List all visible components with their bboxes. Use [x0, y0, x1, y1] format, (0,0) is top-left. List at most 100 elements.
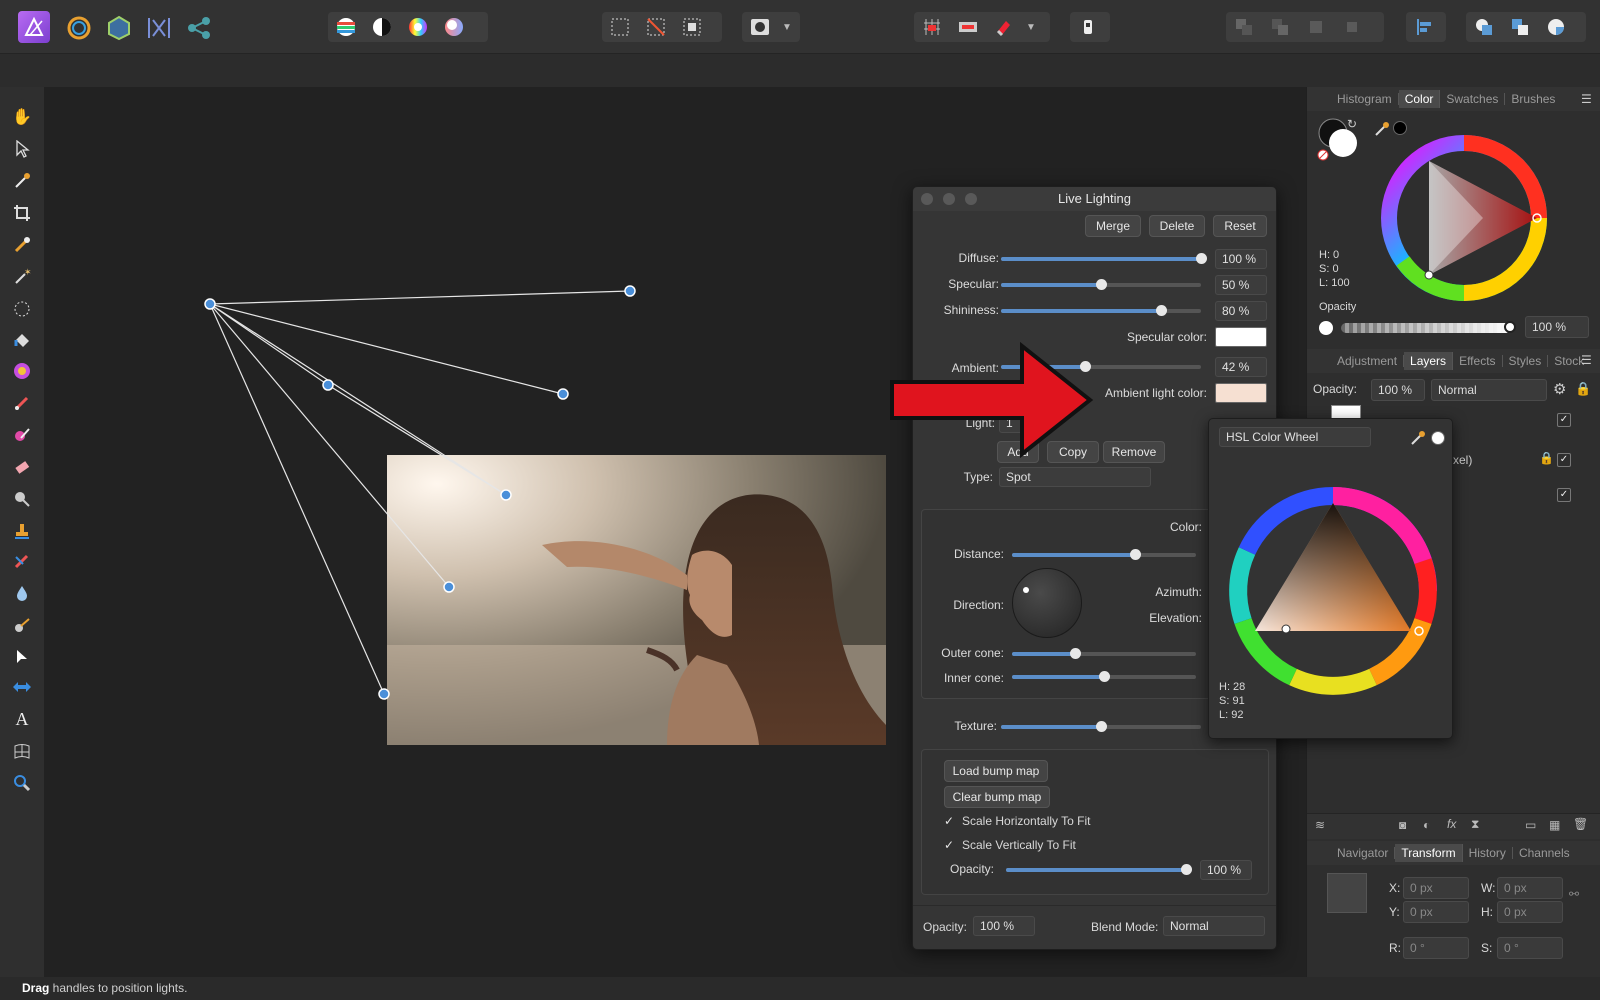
- specular-color-swatch[interactable]: [1215, 327, 1267, 347]
- outer-cone-slider[interactable]: [1012, 648, 1196, 659]
- move-tool-icon[interactable]: [10, 137, 34, 161]
- boolean-subtract-icon[interactable]: [1502, 12, 1538, 42]
- panel-menu-icon[interactable]: ☰: [1581, 353, 1592, 367]
- eyedropper-tool-icon[interactable]: [10, 169, 34, 193]
- dodge-tool-icon[interactable]: [10, 487, 34, 511]
- layer-visibility-check[interactable]: ✓: [1557, 413, 1571, 427]
- magnet-icon[interactable]: [986, 12, 1022, 42]
- tab-effects[interactable]: Effects: [1453, 355, 1503, 367]
- eyedropper-icon[interactable]: [1409, 429, 1427, 447]
- hand-tool-icon[interactable]: ✋: [10, 105, 34, 129]
- ambient-color-swatch[interactable]: [1215, 383, 1267, 403]
- color-mode-select[interactable]: HSL Color Wheel: [1219, 427, 1371, 447]
- lock-icon[interactable]: 🔒: [1575, 381, 1591, 397]
- shininess-input[interactable]: 80 %: [1215, 301, 1267, 321]
- blend-mode-select[interactable]: Normal: [1163, 916, 1265, 936]
- chevron-down-icon[interactable]: ▼: [1022, 22, 1040, 33]
- flood-fill-icon[interactable]: [10, 329, 34, 353]
- layers-stack-icon[interactable]: ≋: [1315, 818, 1325, 832]
- hsl-icon[interactable]: [400, 12, 436, 42]
- arrange-forward-icon[interactable]: [1298, 12, 1334, 42]
- tab-color[interactable]: Color: [1398, 90, 1441, 108]
- footer-opacity-select[interactable]: 100 %: [973, 916, 1035, 936]
- color-replace-icon[interactable]: [10, 423, 34, 447]
- texture-slider[interactable]: [1001, 721, 1201, 732]
- scale-horizontally-checkbox[interactable]: ✓: [944, 814, 958, 828]
- delete-button[interactable]: Delete: [1149, 215, 1205, 237]
- scale-vertically-checkbox[interactable]: ✓: [944, 838, 958, 852]
- tab-histogram[interactable]: Histogram: [1331, 93, 1399, 105]
- marquee-tool-icon[interactable]: [10, 297, 34, 321]
- r-input[interactable]: 0 °: [1403, 937, 1469, 959]
- app-logo[interactable]: [18, 11, 50, 43]
- assistant-icon[interactable]: [1070, 12, 1106, 42]
- persona-export-icon[interactable]: [146, 15, 172, 41]
- tab-history[interactable]: History: [1463, 847, 1513, 859]
- invert-selection-icon[interactable]: [674, 12, 710, 42]
- tab-transform[interactable]: Transform: [1395, 844, 1463, 862]
- reset-button[interactable]: Reset: [1213, 215, 1267, 237]
- color-opacity-input[interactable]: 100 %: [1525, 316, 1589, 338]
- color-picker-wheel-icon[interactable]: [10, 359, 34, 383]
- specular-input[interactable]: 50 %: [1215, 275, 1267, 295]
- swap-colors-icon[interactable]: ↻: [1347, 117, 1357, 131]
- w-input[interactable]: 0 px: [1497, 877, 1563, 899]
- link-icon[interactable]: ⚯: [1569, 887, 1579, 901]
- shininess-slider[interactable]: [1001, 305, 1201, 316]
- s-input[interactable]: 0 °: [1497, 937, 1563, 959]
- tab-styles[interactable]: Styles: [1503, 355, 1549, 367]
- popup-hsl-wheel[interactable]: [1223, 481, 1443, 701]
- align-left-icon[interactable]: [1406, 12, 1442, 42]
- tab-channels[interactable]: Channels: [1513, 847, 1576, 859]
- diffuse-slider[interactable]: [1001, 253, 1207, 264]
- blend-mode-select[interactable]: Normal: [1431, 379, 1547, 401]
- node-tool-icon[interactable]: [10, 645, 34, 669]
- mask-layer-icon[interactable]: ◙: [1399, 818, 1406, 832]
- arrange-backward-icon[interactable]: [1262, 12, 1298, 42]
- x-input[interactable]: 0 px: [1403, 877, 1469, 899]
- panel-menu-icon[interactable]: ☰: [1581, 92, 1592, 106]
- diffuse-input[interactable]: 100 %: [1215, 249, 1267, 269]
- tab-adjustment[interactable]: Adjustment: [1331, 355, 1405, 367]
- live-filter-icon[interactable]: ⧗: [1471, 817, 1479, 832]
- smudge-tool-icon[interactable]: [10, 613, 34, 637]
- contrast-icon[interactable]: [364, 12, 400, 42]
- blur-tool-icon[interactable]: [10, 581, 34, 605]
- h-input[interactable]: 0 px: [1497, 901, 1563, 923]
- paint-brush-icon[interactable]: [10, 391, 34, 415]
- deselect-icon[interactable]: [638, 12, 674, 42]
- layers-opacity-input[interactable]: 100 %: [1371, 379, 1425, 401]
- persona-develop-icon[interactable]: [66, 15, 92, 41]
- specular-slider[interactable]: [1001, 279, 1201, 290]
- grid-icon[interactable]: [914, 12, 950, 42]
- force-pixel-icon[interactable]: [950, 12, 986, 42]
- select-rect-icon[interactable]: [602, 12, 638, 42]
- clone-stamp-icon[interactable]: [10, 519, 34, 543]
- zoom-icon[interactable]: [965, 193, 977, 205]
- levels-icon[interactable]: [328, 12, 364, 42]
- minimize-icon[interactable]: [943, 193, 955, 205]
- share-icon[interactable]: [186, 15, 212, 41]
- text-tool-icon[interactable]: A: [10, 707, 34, 731]
- eraser-tool-icon[interactable]: [10, 455, 34, 479]
- ambient-input[interactable]: 42 %: [1215, 357, 1267, 377]
- type-select[interactable]: Spot: [999, 467, 1151, 487]
- boolean-add-icon[interactable]: [1466, 12, 1502, 42]
- chevron-down-icon[interactable]: ▼: [778, 22, 796, 33]
- y-input[interactable]: 0 px: [1403, 901, 1469, 923]
- gear-icon[interactable]: ⚙: [1553, 380, 1566, 398]
- selection-brush-icon[interactable]: [10, 233, 34, 257]
- crop-tool-icon[interactable]: [10, 201, 34, 225]
- inner-cone-slider[interactable]: [1012, 671, 1196, 682]
- fx-icon[interactable]: fx: [1447, 817, 1456, 831]
- opacity-slider[interactable]: [1341, 321, 1516, 333]
- arrange-back-icon[interactable]: [1226, 12, 1262, 42]
- remove-light-button[interactable]: Remove: [1103, 441, 1165, 463]
- layer-visibility-check[interactable]: ✓: [1557, 488, 1571, 502]
- mesh-warp-icon[interactable]: [10, 739, 34, 763]
- tab-navigator[interactable]: Navigator: [1331, 847, 1396, 859]
- tab-brushes[interactable]: Brushes: [1505, 93, 1561, 105]
- direction-dial[interactable]: [1012, 568, 1082, 638]
- persona-tone-map-icon[interactable]: [106, 15, 132, 41]
- pixel-layer-icon[interactable]: ▦: [1549, 818, 1560, 832]
